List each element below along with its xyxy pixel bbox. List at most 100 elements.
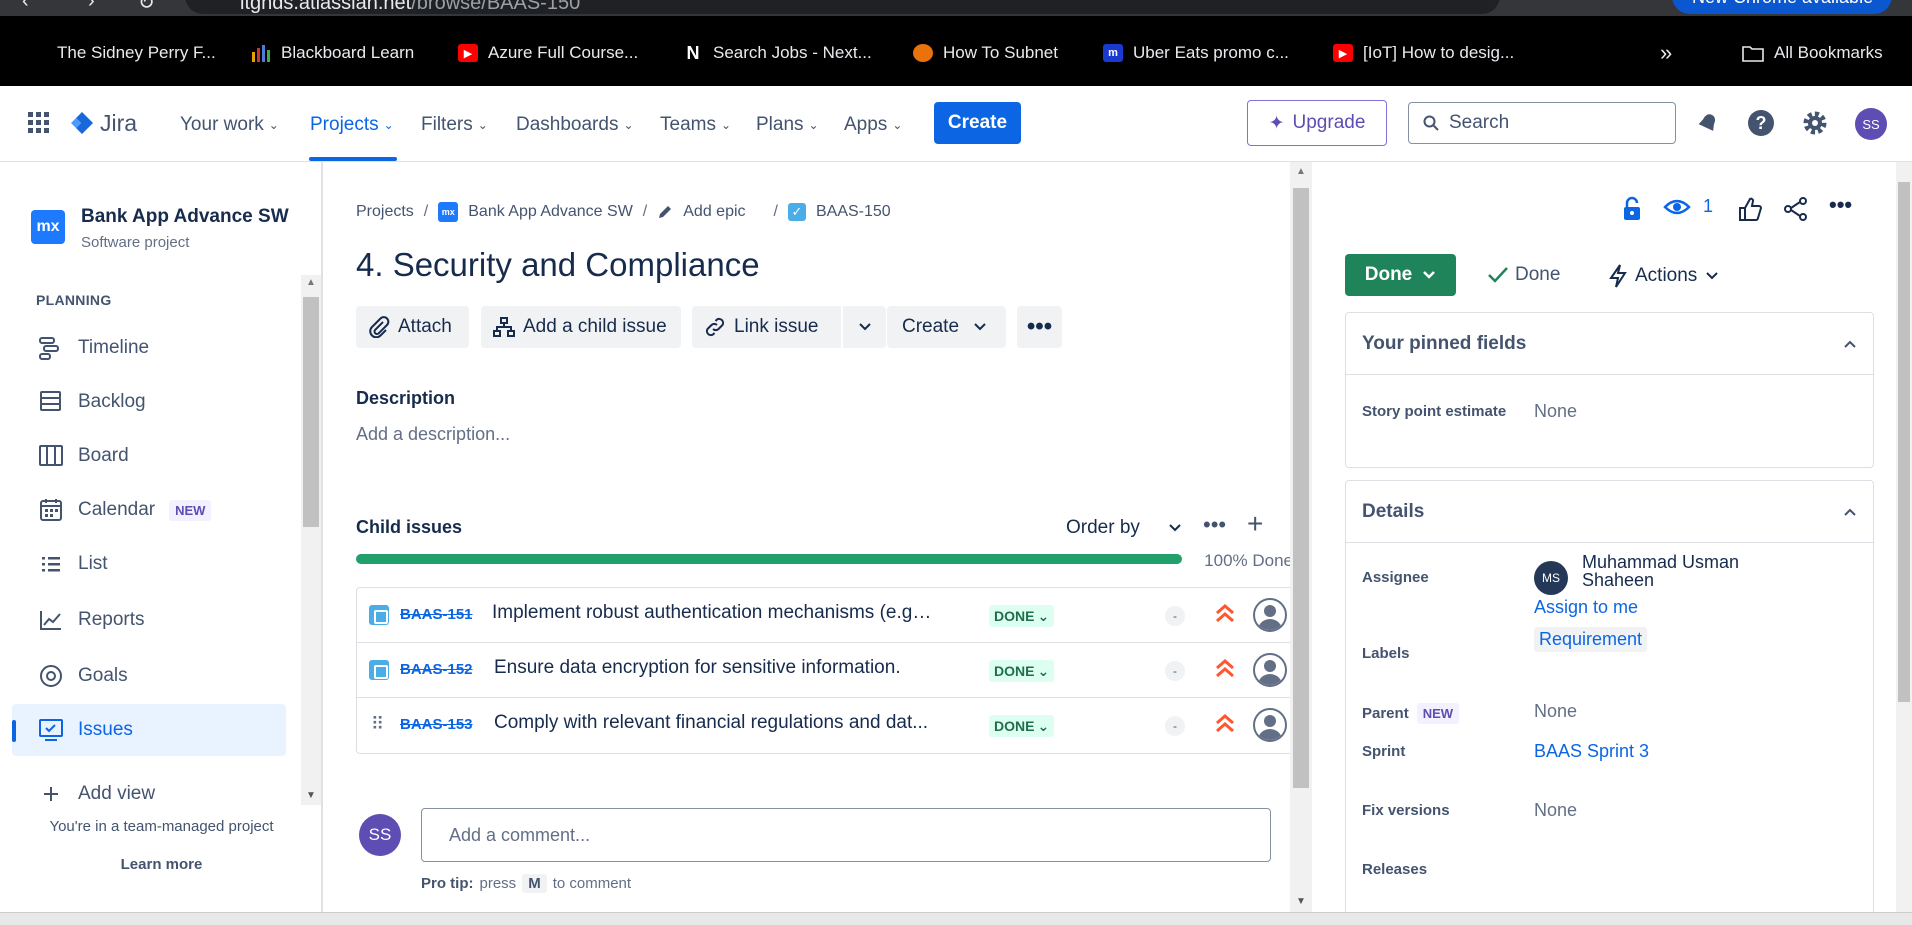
watchers-button[interactable]: 1 (1663, 196, 1713, 217)
add-child-issue-button[interactable]: Add a child issue (481, 306, 681, 348)
comment-input[interactable]: Add a comment... (421, 808, 1271, 862)
issue-key-link[interactable]: BAAS-152 (400, 661, 473, 678)
jira-logo[interactable]: Jira (70, 110, 137, 137)
link-issue-button[interactable]: Link issue (692, 306, 841, 348)
chrome-update-button[interactable]: New Chrome available (1672, 0, 1892, 14)
breadcrumb: Projects / mx Bank App Advance SW / Add … (356, 202, 891, 222)
lock-icon[interactable] (1621, 196, 1643, 222)
breadcrumb-add-epic[interactable]: Add epic (683, 203, 745, 221)
assignee-avatar-icon[interactable] (1253, 653, 1287, 687)
more-actions-icon[interactable]: ••• (1017, 306, 1062, 348)
breadcrumb-project[interactable]: Bank App Advance SW (468, 203, 633, 221)
create-menu-button[interactable]: Create (887, 306, 1006, 348)
sidebar-item-issues[interactable]: Issues (12, 704, 286, 756)
assignee-avatar-icon[interactable] (1253, 598, 1287, 632)
create-button[interactable]: Create (934, 102, 1021, 144)
status-badge[interactable]: DONE ⌄ (989, 605, 1055, 627)
sidebar-item-board[interactable]: Board (12, 430, 286, 482)
estimate-badge[interactable]: - (1165, 661, 1185, 681)
issue-title[interactable]: 4. Security and Compliance (356, 246, 760, 284)
status-badge[interactable]: DONE ⌄ (989, 660, 1055, 682)
bookmark-item[interactable]: N Search Jobs - Next... (683, 42, 872, 64)
url-text[interactable]: itgnds.atlassian.net/browse/BAAS-150 (240, 0, 580, 15)
app-switcher-icon[interactable] (28, 112, 50, 134)
upgrade-button[interactable]: ✦ Upgrade (1247, 100, 1387, 146)
learn-more-link[interactable]: Learn more (0, 856, 321, 873)
bookmark-item[interactable]: The Sidney Perry F... (57, 42, 216, 64)
new-badge: NEW (1416, 703, 1460, 724)
assignee-name[interactable]: Muhammad Usman Shaheen (1582, 553, 1802, 589)
actions-dropdown-button[interactable]: Actions (1609, 264, 1719, 288)
sidebar-item-timeline[interactable]: Timeline (12, 322, 286, 374)
assignee-avatar-icon[interactable] (1253, 708, 1287, 742)
nav-dashboards[interactable]: Dashboards ⌄ (516, 114, 634, 136)
issue-summary[interactable]: Ensure data encryption for sensitive inf… (494, 657, 934, 679)
bookmark-item[interactable]: ▶ Azure Full Course... (458, 42, 638, 64)
estimate-badge[interactable]: - (1165, 716, 1185, 736)
sidebar-item-backlog[interactable]: Backlog (12, 376, 286, 428)
label-chip[interactable]: Requirement (1534, 627, 1648, 652)
help-icon[interactable]: ? (1746, 108, 1776, 138)
project-logo[interactable]: mx (31, 210, 65, 244)
drag-handle-icon[interactable]: ⠿ (371, 714, 384, 735)
bookmark-item[interactable]: Blackboard Learn (251, 42, 414, 64)
bookmark-item[interactable]: How To Subnet (913, 42, 1058, 64)
share-icon[interactable] (1783, 196, 1809, 222)
nav-filters[interactable]: Filters ⌄ (421, 114, 488, 136)
sidebar-item-add-view[interactable]: Add view (12, 768, 286, 820)
issue-summary[interactable]: Implement robust authentication mechanis… (492, 602, 932, 624)
table-row[interactable]: BAAS-152 Ensure data encryption for sens… (357, 643, 1295, 698)
table-row[interactable]: BAAS-151 Implement robust authentication… (357, 588, 1295, 643)
order-by-dropdown[interactable]: Order by (1066, 517, 1182, 539)
more-options-icon[interactable]: ••• (1829, 192, 1852, 218)
sprint-link[interactable]: BAAS Sprint 3 (1534, 741, 1649, 762)
description-input[interactable]: Add a description... (356, 424, 510, 445)
nav-plans[interactable]: Plans ⌄ (756, 114, 819, 136)
forward-icon[interactable]: › (88, 0, 95, 13)
search-input[interactable]: Search (1408, 102, 1676, 144)
estimate-badge[interactable]: - (1165, 606, 1185, 626)
breadcrumb-projects[interactable]: Projects (356, 203, 414, 221)
issue-key-link[interactable]: BAAS-151 (400, 606, 473, 623)
nav-projects[interactable]: Projects ⌄ (310, 114, 394, 136)
nav-apps[interactable]: Apps ⌄ (844, 114, 902, 136)
more-bookmarks-icon[interactable]: » (1660, 40, 1672, 65)
thumbs-up-icon[interactable] (1737, 196, 1763, 222)
sidebar-item-calendar[interactable]: Calendar NEW (12, 484, 286, 536)
sidebar-item-goals[interactable]: Goals (12, 650, 286, 702)
bookmark-item[interactable]: ▶ [IoT] How to desig... (1333, 42, 1514, 64)
reload-icon[interactable]: ↻ (138, 0, 155, 15)
issue-key-link[interactable]: BAAS-153 (400, 716, 473, 733)
fix-versions-value[interactable]: None (1534, 800, 1577, 821)
chevron-down-icon: ⌄ (1037, 662, 1050, 679)
pinned-fields-header[interactable]: Your pinned fields (1346, 313, 1873, 375)
user-avatar[interactable]: SS (1855, 108, 1887, 140)
parent-value[interactable]: None (1534, 701, 1577, 722)
sidebar-item-reports[interactable]: Reports (12, 594, 286, 646)
sidebar-item-list[interactable]: List (12, 538, 286, 590)
link-issue-dropdown[interactable] (843, 306, 886, 348)
details-scrollbar[interactable] (1896, 162, 1912, 912)
project-name[interactable]: Bank App Advance SW (81, 206, 289, 228)
settings-gear-icon[interactable] (1800, 108, 1830, 138)
attach-button[interactable]: Attach (356, 306, 469, 348)
chevron-down-icon: ⌄ (1037, 607, 1050, 624)
bookmark-item[interactable]: m Uber Eats promo c... (1103, 42, 1289, 64)
status-badge[interactable]: DONE ⌄ (989, 715, 1055, 737)
assign-to-me-link[interactable]: Assign to me (1534, 597, 1638, 618)
add-child-plus-icon[interactable]: + (1247, 508, 1263, 540)
notifications-icon[interactable] (1693, 108, 1723, 138)
details-header[interactable]: Details (1346, 481, 1873, 543)
child-issues-more-icon[interactable]: ••• (1203, 512, 1226, 538)
status-dropdown-button[interactable]: Done (1345, 254, 1456, 296)
nav-your-work[interactable]: Your work ⌄ (180, 114, 279, 136)
sidebar-scrollbar[interactable]: ▲ ▼ (301, 275, 321, 805)
back-icon[interactable]: ‹ (22, 0, 29, 13)
breadcrumb-issue-key[interactable]: BAAS-150 (816, 203, 891, 221)
story-point-value[interactable]: None (1534, 401, 1577, 422)
issue-summary[interactable]: Comply with relevant financial regulatio… (494, 712, 934, 734)
table-row[interactable]: ⠿ BAAS-153 Comply with relevant financia… (357, 698, 1295, 753)
nav-teams[interactable]: Teams ⌄ (660, 114, 731, 136)
main-scrollbar[interactable]: ▲ ▼ (1290, 162, 1312, 912)
all-bookmarks[interactable]: All Bookmarks (1742, 42, 1883, 64)
